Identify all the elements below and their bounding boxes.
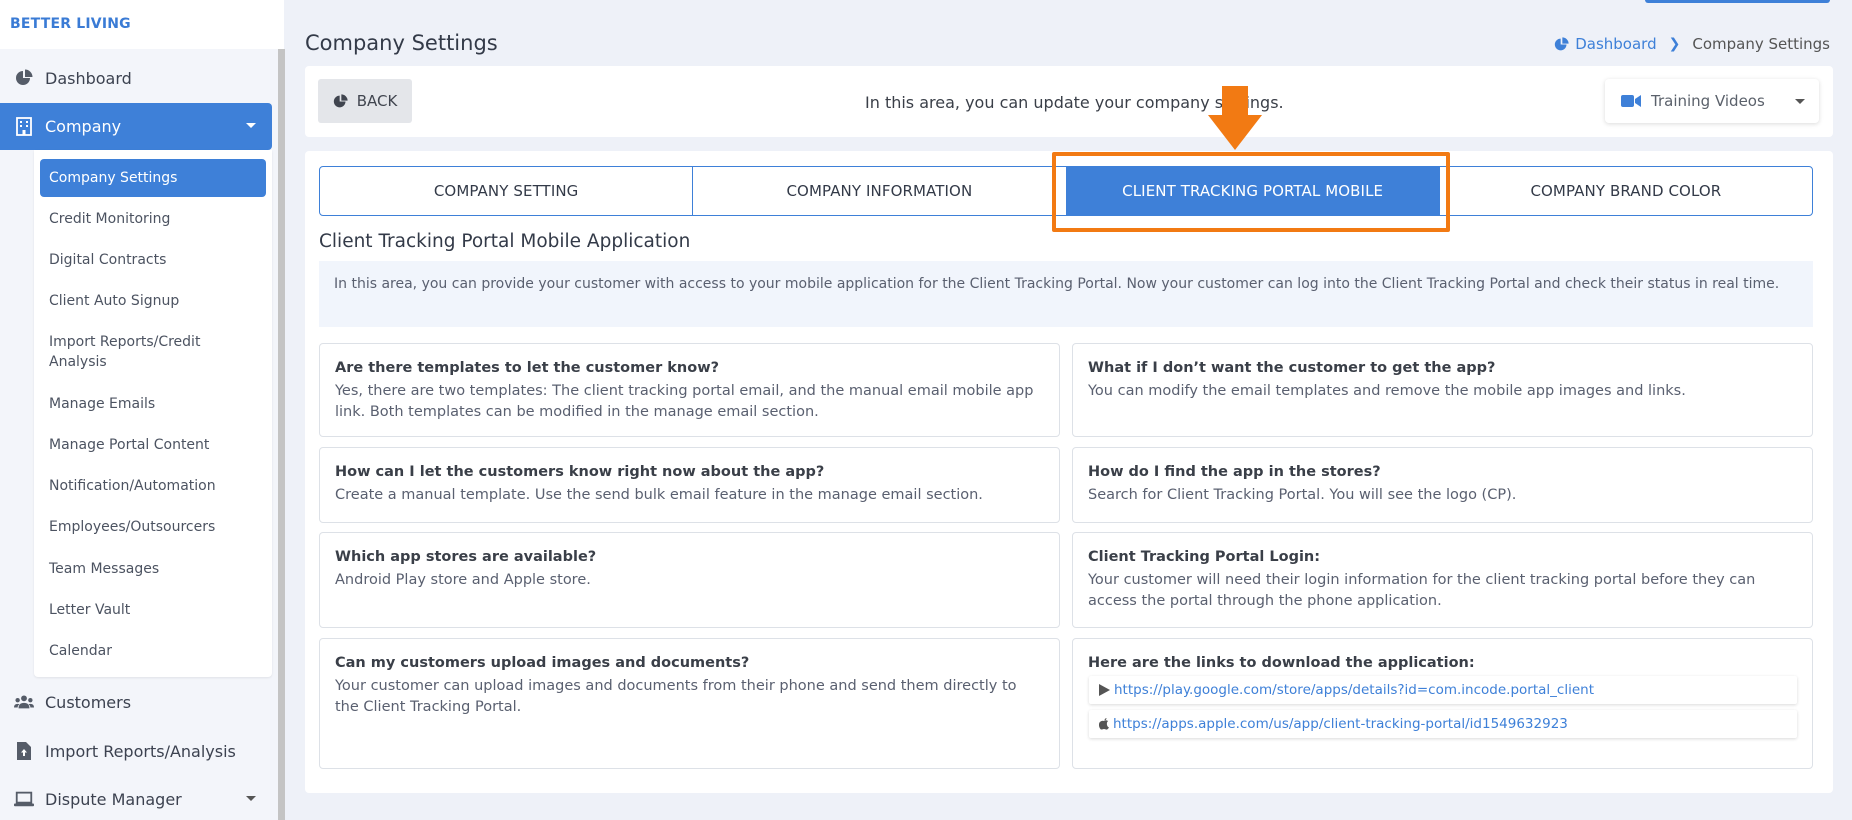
submenu-item-import-reports[interactable]: Import Reports/Credit Analysis (40, 332, 230, 372)
sidebar-scrollbar[interactable] (278, 49, 285, 820)
faq-answer: Your customer can upload images and docu… (335, 678, 1017, 715)
tab-company-brand-color[interactable]: COMPANY BRAND COLOR (1440, 167, 1812, 215)
sidebar-item-label: Import Reports/Analysis (45, 741, 236, 761)
faq-question: What if I don’t want the customer to get… (1088, 360, 1496, 376)
back-button[interactable]: BACK (318, 79, 412, 123)
chevron-down-icon (246, 123, 256, 128)
play-store-url: https://play.google.com/store/apps/detai… (1114, 682, 1594, 698)
pie-chart-icon (14, 68, 34, 88)
submenu-item-digital-contracts[interactable]: Digital Contracts (40, 250, 266, 270)
annotation-highlight-box (1052, 152, 1450, 232)
sidebar-item-dispute-manager[interactable]: Dispute Manager (0, 776, 272, 820)
faq-answer: Yes, there are two templates: The client… (335, 383, 1034, 420)
pie-chart-icon (1555, 36, 1569, 50)
faq-answer: Android Play store and Apple store. (335, 572, 591, 588)
submenu-item-manage-portal-content[interactable]: Manage Portal Content (40, 435, 266, 455)
training-videos-label: Training Videos (1651, 92, 1765, 110)
faq-answer: Create a manual template. Use the send b… (335, 487, 983, 503)
faq-question: Are there templates to let the customer … (335, 360, 720, 376)
play-store-link[interactable]: https://play.google.com/store/apps/detai… (1089, 676, 1797, 704)
faq-card: Which app stores are available? Android … (319, 532, 1060, 628)
faq-card: Can my customers upload images and docum… (319, 638, 1060, 769)
submenu-item-employees-outsourcers[interactable]: Employees/Outsourcers (40, 517, 266, 537)
faq-answer: Search for Client Tracking Portal. You w… (1088, 487, 1517, 503)
chevron-down-icon (246, 796, 256, 801)
training-videos-dropdown[interactable]: Training Videos (1605, 79, 1819, 123)
faq-question: How do I find the app in the stores? (1088, 464, 1381, 480)
submenu-item-company-settings[interactable]: Company Settings (40, 159, 266, 197)
submenu-item-letter-vault[interactable]: Letter Vault (40, 600, 266, 620)
submenu-item-manage-emails[interactable]: Manage Emails (40, 394, 266, 414)
faq-question: Client Tracking Portal Login: (1088, 549, 1321, 565)
faq-card: Are there templates to let the customer … (319, 343, 1060, 437)
company-submenu: Company Settings Credit Monitoring Digit… (34, 150, 272, 677)
file-upload-icon (14, 741, 34, 761)
sidebar-item-company[interactable]: Company (0, 103, 272, 150)
breadcrumb-home[interactable]: Dashboard (1554, 35, 1657, 53)
settings-panel: COMPANY SETTING COMPANY INFORMATION CLIE… (305, 151, 1833, 793)
sidebar-item-label: Dispute Manager (45, 789, 182, 809)
video-camera-icon (1621, 94, 1641, 108)
breadcrumb-home-label: Dashboard (1575, 35, 1657, 53)
sidebar-item-dashboard[interactable]: Dashboard (0, 55, 272, 101)
building-icon (14, 117, 34, 137)
faq-question: How can I let the customers know right n… (335, 464, 825, 480)
info-banner: In this area, you can provide your custo… (319, 261, 1813, 327)
play-store-icon (1099, 684, 1110, 696)
faq-question: Here are the links to download the appli… (1088, 655, 1475, 671)
faq-question: Can my customers upload images and docum… (335, 655, 750, 671)
submenu-item-calendar[interactable]: Calendar (40, 641, 266, 661)
faq-answer: You can modify the email templates and r… (1088, 383, 1686, 399)
submenu-item-notification-automation[interactable]: Notification/Automation (40, 476, 266, 496)
tab-company-information[interactable]: COMPANY INFORMATION (693, 167, 1067, 215)
brand-logo[interactable]: BETTER LIVING (0, 0, 284, 49)
faq-card: How can I let the customers know right n… (319, 447, 1060, 523)
sidebar-item-import-reports[interactable]: Import Reports/Analysis (0, 728, 272, 774)
sidebar-item-label: Company (45, 117, 122, 136)
download-links-card: Here are the links to download the appli… (1072, 638, 1813, 769)
apple-icon (1099, 718, 1109, 730)
faq-card: Client Tracking Portal Login: Your custo… (1072, 532, 1813, 628)
back-button-label: BACK (356, 92, 398, 110)
submenu-item-credit-monitoring[interactable]: Credit Monitoring (40, 209, 266, 229)
submenu-item-team-messages[interactable]: Team Messages (40, 559, 266, 579)
breadcrumb: Dashboard ❯ Company Settings (1554, 35, 1830, 53)
page-title: Company Settings (305, 31, 498, 55)
faq-card: How do I find the app in the stores? Sea… (1072, 447, 1813, 523)
apple-store-url: https://apps.apple.com/us/app/client-tra… (1113, 716, 1568, 732)
chevron-right-icon: ❯ (1668, 36, 1681, 52)
sidebar: BETTER LIVING Dashboard Company Company … (0, 0, 285, 820)
faq-card: What if I don’t want the customer to get… (1072, 343, 1813, 437)
laptop-icon (14, 789, 34, 809)
faq-question: Which app stores are available? (335, 549, 597, 565)
pie-chart-icon (333, 93, 348, 109)
section-title: Client Tracking Portal Mobile Applicatio… (319, 231, 691, 252)
annotation-arrow-icon (1208, 86, 1262, 150)
top-accent-bar (1645, 0, 1830, 3)
tab-company-setting[interactable]: COMPANY SETTING (320, 167, 694, 215)
sidebar-item-customers[interactable]: Customers (0, 679, 272, 725)
breadcrumb-current: Company Settings (1692, 35, 1830, 53)
faq-answer: Your customer will need their login info… (1088, 572, 1756, 609)
users-icon (14, 692, 34, 712)
sidebar-item-label: Customers (45, 692, 132, 712)
submenu-item-client-auto-signup[interactable]: Client Auto Signup (40, 291, 266, 311)
toolbar: BACK In this area, you can update your c… (305, 66, 1833, 137)
chevron-down-icon (1795, 99, 1805, 104)
sidebar-item-label: Dashboard (45, 68, 132, 88)
apple-store-link[interactable]: https://apps.apple.com/us/app/client-tra… (1089, 710, 1797, 738)
